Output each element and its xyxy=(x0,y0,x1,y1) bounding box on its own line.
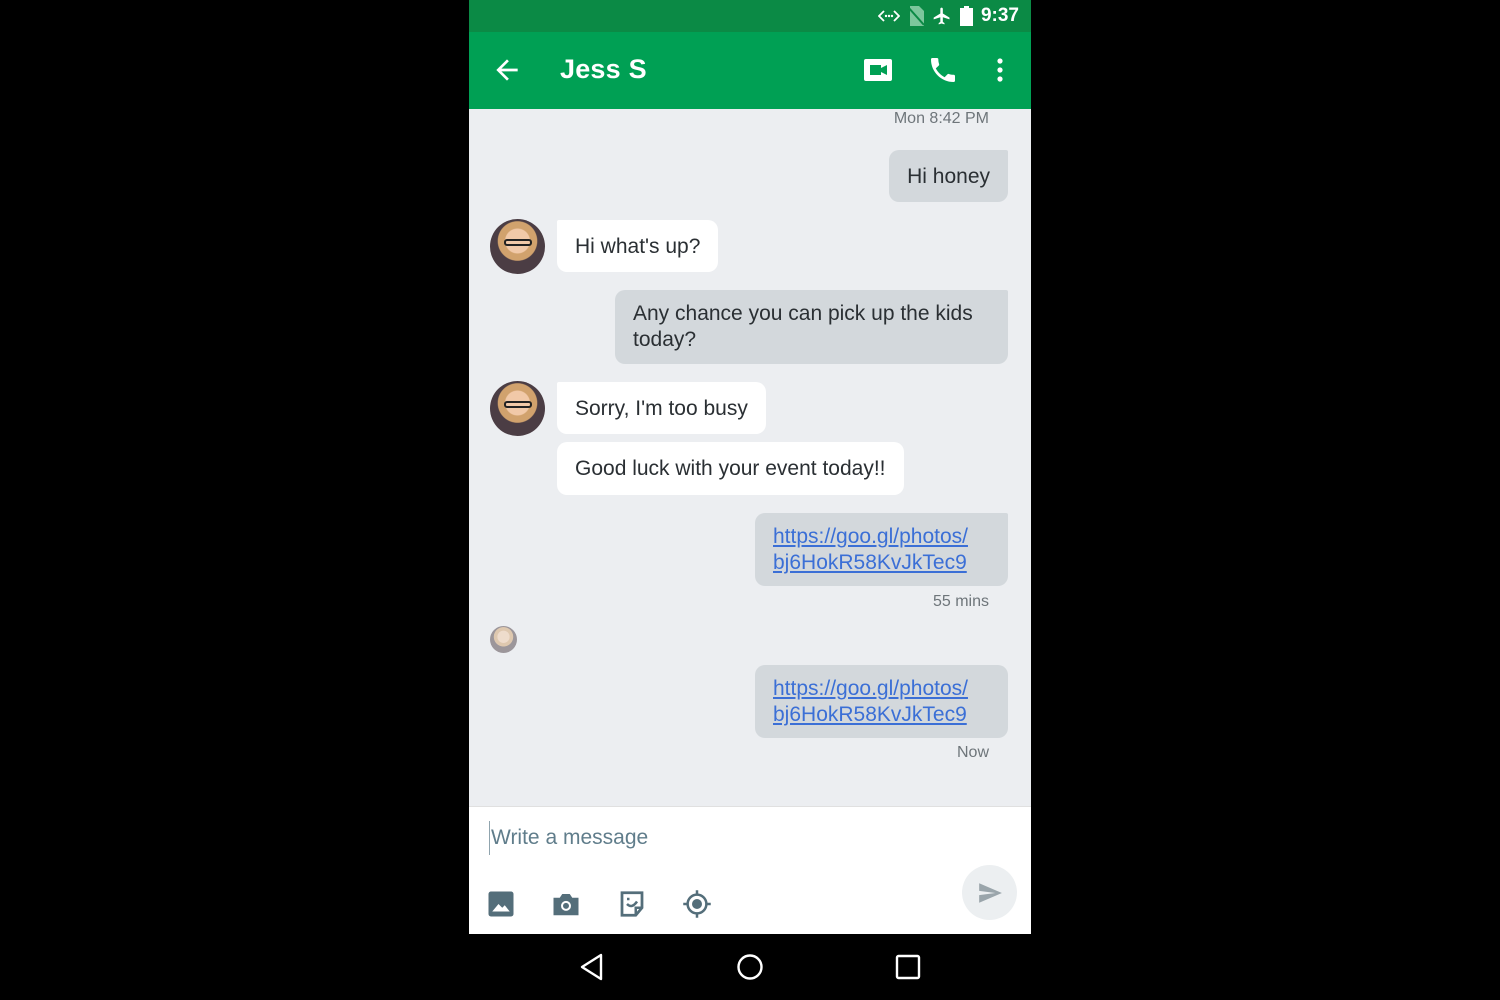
camera-icon[interactable] xyxy=(551,889,581,919)
outgoing-message[interactable]: Any chance you can pick up the kids toda… xyxy=(615,290,1008,364)
more-vert-icon[interactable] xyxy=(984,54,1016,86)
message-time: 55 mins xyxy=(932,593,989,610)
contact-name: Jess S xyxy=(560,54,647,84)
status-time: 9:37 xyxy=(980,5,1019,26)
message-list[interactable]: Mon 8:42 PM Hi honey Hi what's up? Any c… xyxy=(469,109,1031,806)
home-circle-icon[interactable] xyxy=(735,952,765,982)
sticker-icon[interactable] xyxy=(617,889,647,919)
system-nav-bar xyxy=(469,934,1031,1000)
message-link[interactable]: bj6HokR58KvJkTec9 xyxy=(773,551,967,574)
message-text: Sorry, I'm too busy xyxy=(575,397,748,420)
message-text: Good luck with your event today!! xyxy=(575,457,886,480)
recents-square-icon[interactable] xyxy=(893,952,923,982)
message-input[interactable] xyxy=(489,821,929,855)
message-text: Hi what's up? xyxy=(575,235,701,258)
send-icon xyxy=(979,883,1002,903)
send-button[interactable] xyxy=(962,865,1017,920)
incoming-message[interactable]: Sorry, I'm too busy xyxy=(557,382,766,434)
contact-avatar[interactable] xyxy=(490,219,545,274)
airplane-mode-icon xyxy=(933,7,950,25)
message-link[interactable]: https://goo.gl/photos/ xyxy=(773,525,968,548)
image-icon[interactable] xyxy=(486,889,516,919)
timestamp: Mon 8:42 PM xyxy=(893,110,989,127)
no-sim-icon xyxy=(907,6,924,26)
phone-icon[interactable] xyxy=(927,54,959,86)
contact-avatar[interactable] xyxy=(490,381,545,436)
outgoing-link-message[interactable]: https://goo.gl/photos/ bj6HokR58KvJkTec9 xyxy=(755,513,1008,586)
message-time: Now xyxy=(956,744,989,761)
battery-icon xyxy=(959,6,973,26)
arrow-left-icon[interactable] xyxy=(491,54,523,86)
message-composer xyxy=(469,806,1031,934)
incoming-message[interactable]: Good luck with your event today!! xyxy=(557,442,904,495)
location-icon[interactable] xyxy=(682,889,712,919)
phone-screen: 9:37 Jess S Mon 8:42 PM Hi honey Hi what… xyxy=(469,0,1031,1000)
message-link[interactable]: https://goo.gl/photos/ xyxy=(773,677,968,700)
outgoing-message[interactable]: Hi honey xyxy=(889,150,1008,202)
message-link[interactable]: bj6HokR58KvJkTec9 xyxy=(773,703,967,726)
status-bar: 9:37 xyxy=(469,0,1031,32)
video-call-icon[interactable] xyxy=(862,54,894,86)
data-transfer-icon xyxy=(877,10,900,22)
message-text: Hi honey xyxy=(907,165,990,188)
app-bar: Jess S xyxy=(469,32,1031,109)
back-triangle-icon[interactable] xyxy=(577,952,607,982)
message-text: Any chance you can pick up the kids toda… xyxy=(633,302,973,351)
outgoing-link-message[interactable]: https://goo.gl/photos/ bj6HokR58KvJkTec9 xyxy=(755,665,1008,738)
read-receipt-avatar xyxy=(490,626,517,653)
incoming-message[interactable]: Hi what's up? xyxy=(557,220,719,272)
